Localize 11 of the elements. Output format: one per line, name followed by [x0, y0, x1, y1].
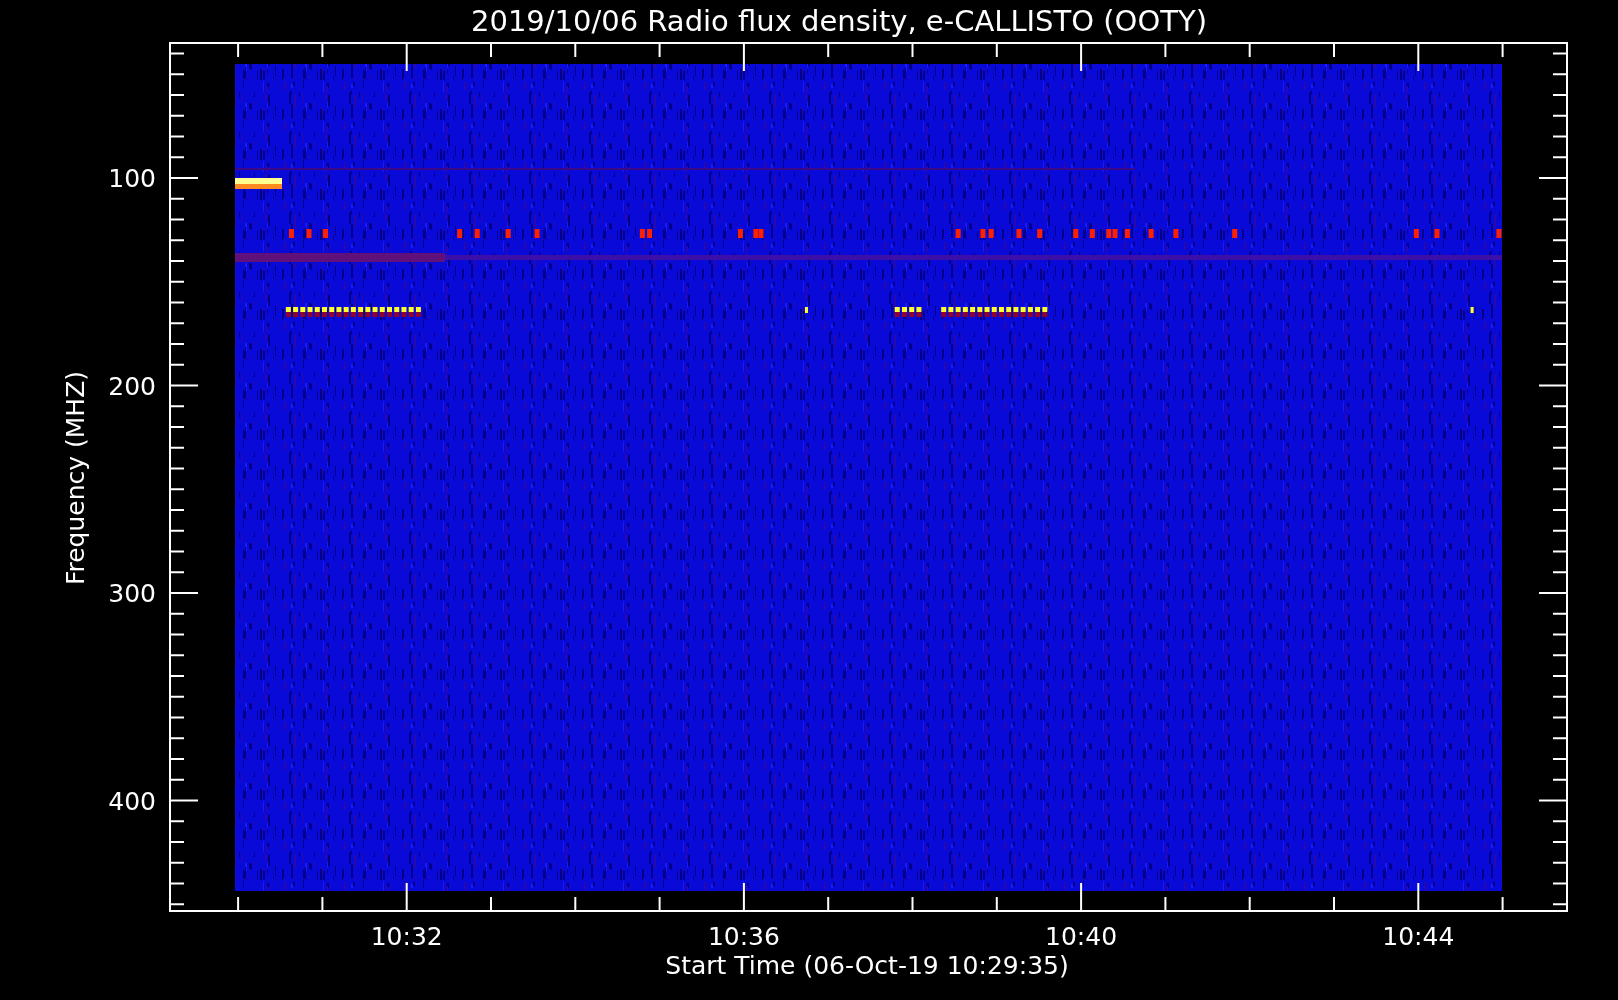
x-tick-label: 10:40 — [1045, 922, 1118, 951]
y-tick-label: 400 — [108, 786, 156, 816]
y-axis-label: Frequency (MHZ) — [61, 370, 90, 586]
y-tick-label: 100 — [108, 164, 156, 193]
chart-title: 2019/10/06 Radio flux density, e-CALLISTO (OOTY) — [471, 4, 1207, 38]
x-tick-label: 10:44 — [1382, 922, 1455, 951]
y-tick-label: 300 — [108, 579, 156, 608]
y-tick-label: 200 — [108, 371, 156, 401]
x-tick-label: 10:36 — [707, 922, 780, 951]
x-axis-label: Start Time (06-Oct-19 10:29:35) — [665, 951, 1069, 980]
x-tick-label: 10:32 — [370, 922, 443, 951]
